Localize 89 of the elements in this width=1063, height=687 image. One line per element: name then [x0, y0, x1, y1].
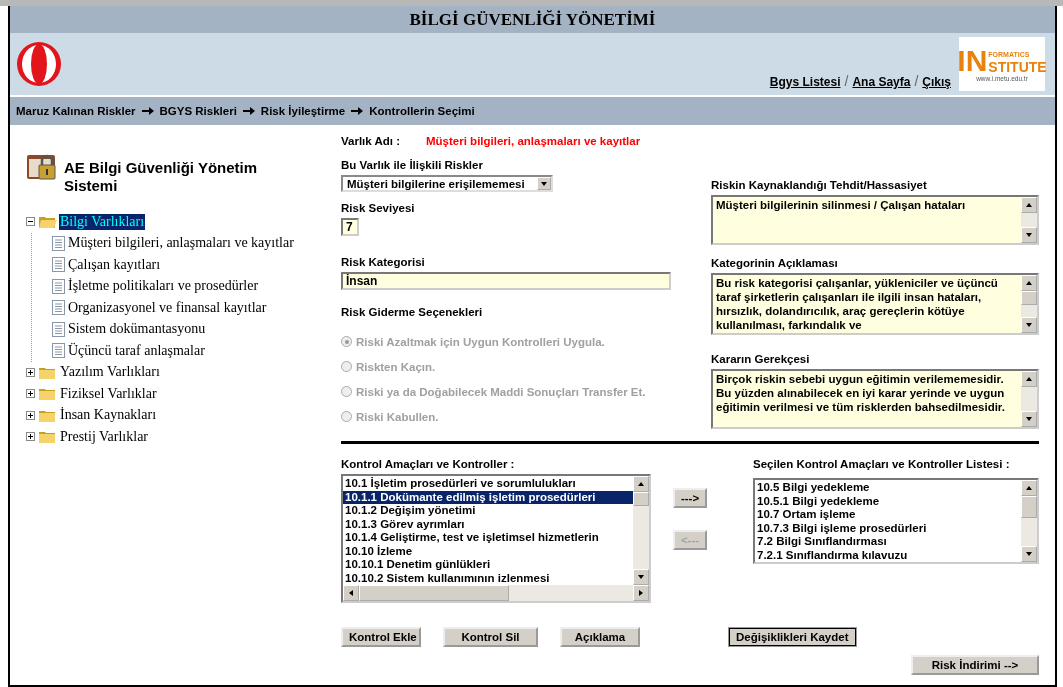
text-area[interactable]: Birçok riskin sebebi uygun eğitimin verilememesidir. Bu yüzden alınabilecek en iyi karar yerinde ve uygun eğitimin verilmesi ve tüm risklerden bahsedilmesidir. — [711, 369, 1039, 429]
document-icon — [52, 278, 65, 294]
field-label: Kararın Gerekçesi — [711, 353, 811, 365]
arrow-icon — [242, 106, 255, 116]
risk-dropdown[interactable]: Müşteri bilgilerine erişilememesi — [341, 175, 553, 192]
expand-toggle[interactable] — [26, 389, 35, 399]
scrollbar[interactable] — [1021, 371, 1037, 427]
list-item[interactable]: 10.1.3 Görev ayrımları — [343, 517, 633, 531]
breadcrumb-item[interactable]: Maruz Kalınan Riskler — [16, 105, 136, 117]
horizontal-scrollbar[interactable] — [343, 585, 649, 601]
field-label: Riskin Kaynaklandığı Tehdit/Hassasiyet — [711, 179, 928, 191]
breadcrumb-item[interactable]: BGYS Riskleri — [159, 105, 237, 117]
collapse-toggle[interactable] — [26, 217, 35, 227]
document-icon — [52, 321, 65, 337]
list-item[interactable]: 10.10 İzleme — [343, 544, 633, 558]
tree-item[interactable]: Organizasyonel ve finansal kayıtlar — [67, 299, 268, 316]
text-area[interactable]: Müşteri bilgilerinin silinmesi / Çalışan hataları — [711, 195, 1039, 245]
list-item[interactable]: 10.5.1 Bilgi yedekleme — [755, 494, 1021, 508]
tree-item[interactable]: Prestij Varlıklar — [59, 428, 149, 445]
arrow-icon — [141, 106, 154, 116]
field-label: Varlık Adı : — [341, 135, 400, 147]
link-separator: / — [914, 73, 919, 89]
document-icon — [52, 235, 65, 251]
list-item[interactable]: 10.10.2 Sistem kullanımının izlenmesi — [343, 571, 633, 585]
field-label: Risk Giderme Seçenekleri — [341, 306, 484, 318]
document-icon — [52, 343, 65, 359]
folder-icon — [39, 408, 57, 422]
breadcrumb-item[interactable]: Kontrollerin Seçimi — [369, 105, 475, 117]
input-field[interactable]: İnsan — [341, 272, 671, 290]
list-item[interactable]: 10.7 Ortam işleme — [755, 508, 1021, 522]
list-item[interactable]: 10.1 İşletim prosedürleri ve sorumlulukları — [343, 477, 633, 491]
list-item[interactable]: 10.1.2 Değişim yönetimi — [343, 504, 633, 518]
header-link[interactable]: Ana Sayfa — [852, 75, 911, 89]
list-item[interactable]: 10.7.3 Bilgi işleme prosedürleri — [755, 521, 1021, 535]
arrow-icon — [351, 106, 364, 116]
input-field[interactable]: 7 — [341, 218, 359, 236]
university-logo — [16, 41, 62, 87]
text-area[interactable]: Bu risk kategorisi çalışanlar, yükleniciler ve üçüncü taraf şirketlerin çalışanları ile ilgili insan hataları, hırsızlık, dolandırıcılık, araç gereçlerin kötüye kullanılması, farkındalık ve — [711, 273, 1039, 335]
action-button[interactable]: Açıklama — [560, 627, 640, 647]
tree-item[interactable]: Müşteri bilgileri, anlaşmaları ve kayıtlar — [67, 235, 295, 252]
breadcrumb-item[interactable]: Risk İyileştirme — [260, 105, 346, 117]
asset-name: Müşteri bilgileri, anlaşmaları ve kayıtlar — [426, 135, 641, 147]
controls-listbox[interactable] — [341, 474, 651, 603]
folder-icon — [39, 387, 57, 401]
open-folder-icon — [39, 215, 57, 229]
list-item[interactable]: 7.2 Bilgi Sınıflandırması — [755, 535, 1021, 549]
scrollbar[interactable] — [1021, 480, 1037, 562]
folder-icon — [39, 365, 57, 379]
tree-item[interactable]: Çalışan kayıtları — [67, 256, 162, 273]
expand-toggle[interactable] — [26, 410, 35, 420]
add-arrow-button[interactable]: ---> — [672, 488, 708, 508]
folder-icon — [39, 430, 57, 444]
field-label: Bu Varlık ile İlişkili Riskler — [341, 159, 484, 171]
field-label: Risk Seviyesi — [341, 202, 416, 214]
tree-item[interactable]: Sistem dokümantasyonu — [67, 321, 207, 338]
header-link[interactable]: Bgys Listesi — [769, 75, 841, 89]
field-label: Kategorinin Açıklaması — [711, 257, 839, 269]
logo-letters: IN — [957, 46, 988, 75]
expand-toggle[interactable] — [26, 367, 35, 377]
link-separator: / — [844, 73, 849, 89]
document-icon — [52, 257, 65, 273]
action-button[interactable]: Kontrol Sil — [443, 627, 538, 647]
system-title: AE Bilgi Güvenliği Yönetim Sistemi — [64, 159, 259, 195]
tree-item[interactable]: İnsan Kaynakları — [59, 407, 158, 424]
scrollbar[interactable] — [1021, 275, 1037, 333]
list-item[interactable]: 7.2.1 Sınıflandırma kılavuzu — [755, 548, 1021, 562]
list-item[interactable]: 10.1.1 Dokümante edilmiş işletim prosedürleri — [343, 490, 633, 504]
page-title: BİLGİ GÜVENLİĞİ YÖNETİMİ — [10, 6, 1055, 33]
list-label: Kontrol Amaçları ve Kontroller : — [341, 458, 516, 470]
save-button[interactable]: Değişiklikleri Kaydet — [729, 628, 856, 646]
document-icon — [52, 300, 65, 316]
tree-item[interactable]: İşletme politikaları ve prosedürler — [67, 278, 260, 295]
action-button[interactable]: Kontrol Ekle — [341, 627, 421, 647]
tree-item[interactable]: Yazılım Varlıkları — [59, 364, 161, 381]
list-item[interactable]: 10.10.1 Denetim günlükleri — [343, 558, 633, 572]
expand-toggle[interactable] — [26, 432, 35, 442]
selected-listbox[interactable]: 10.5 Bilgi yedekleme 10.5.1 Bilgi yedekleme 10.7 Ortam işleme 10.7.3 Bilgi işleme prosedürleri 7.2 Bilgi Sınıflandırması 7.2.1 Sınıflandırma kılavuzu — [753, 478, 1039, 564]
list-label: Seçilen Kontrol Amaçları ve Kontroller Listesi : — [753, 458, 1011, 470]
header-link[interactable]: Çıkış — [922, 75, 951, 89]
scrollbar[interactable] — [633, 476, 649, 585]
tree-item[interactable]: Üçüncü taraf anlaşmalar — [67, 342, 206, 359]
tree-item[interactable]: Fiziksel Varlıklar — [59, 385, 158, 402]
scrollbar[interactable] — [1021, 197, 1037, 243]
tree-item[interactable]: Bilgi Varlıkları — [59, 213, 146, 230]
next-button[interactable]: Risk İndirimi --> — [911, 655, 1039, 675]
logo-word: STITUTE — [988, 58, 1047, 75]
field-label: Risk Kategorisi — [341, 256, 426, 268]
list-item[interactable]: 10.5 Bilgi yedekleme — [755, 481, 1021, 495]
list-item[interactable]: 10.1.4 Geliştirme, test ve işletimsel hizmetlerin — [343, 531, 633, 545]
